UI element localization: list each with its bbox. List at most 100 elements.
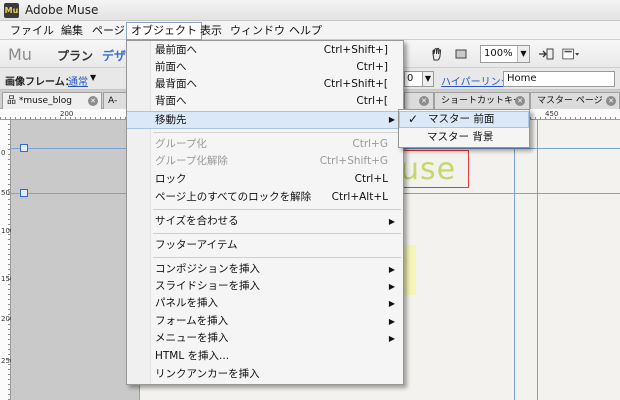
image-frame-value[interactable]: 通常	[68, 73, 88, 88]
doc-tab-muse-blog[interactable]: 品 *muse_blog ✕	[2, 92, 102, 109]
menu-item-shortcut: Ctrl+L	[354, 173, 388, 185]
menu-item-fit-size[interactable]: サイズを合わせる ▶	[127, 213, 403, 230]
canvas-pasteboard[interactable]	[11, 120, 139, 400]
ruler-number: 200	[1, 316, 14, 323]
submenu-item-master-front[interactable]: ✓ マスター 前面	[399, 111, 529, 128]
menu-item-label: メニューを挿入	[155, 332, 229, 344]
menu-item-shortcut: Ctrl+[	[356, 95, 388, 107]
menu-edit[interactable]: 編集	[57, 23, 87, 39]
plan-mode-button[interactable]: プラン	[57, 47, 93, 64]
submenu-item-label: マスター 背景	[427, 131, 494, 143]
muse-logo: Mu	[8, 45, 32, 64]
menu-item-send-to-back[interactable]: 最背面へ Ctrl+Shift+[	[127, 76, 403, 93]
menu-item-insert-form[interactable]: フォームを挿入 ▶	[127, 313, 403, 330]
panel-tab-master-pages[interactable]: マスター ページ ✕	[530, 92, 620, 109]
design-mode-button[interactable]: デザ	[102, 47, 126, 64]
guide-handle[interactable]	[20, 144, 28, 152]
menu-separator	[153, 257, 401, 258]
menu-page[interactable]: ページ	[88, 23, 129, 39]
doc-tab-a[interactable]: A-マ	[103, 92, 127, 122]
submenu-arrow-icon: ▶	[388, 317, 395, 326]
menu-item-label: 背面へ	[155, 95, 187, 107]
menu-item-insert-link-anchor[interactable]: リンクアンカーを挿入	[127, 366, 403, 383]
chevron-down-icon[interactable]: ▼	[422, 71, 434, 87]
rectangle-icon[interactable]	[452, 45, 470, 63]
submenu-arrow-icon: ▶	[388, 282, 395, 291]
menu-bar: ファイル 編集 ページ オブジェクト 表示 ウィンドウ ヘルプ	[0, 21, 620, 40]
menu-item-label: コンポジションを挿入	[155, 263, 260, 275]
menu-item-shortcut: Ctrl+Shift+[	[323, 78, 388, 90]
submenu-item-master-background[interactable]: マスター 背景	[399, 129, 529, 146]
menu-item-label: 最前面へ	[155, 44, 197, 56]
move-to-submenu: ✓ マスター 前面 マスター 背景	[398, 109, 530, 148]
menu-item-label: パネルを挿入	[155, 297, 218, 309]
window-title: Adobe Muse	[25, 3, 99, 17]
close-icon[interactable]: ✕	[515, 96, 525, 106]
sitemap-icon: 品	[7, 96, 17, 106]
menu-item-shortcut: Ctrl+G	[352, 138, 388, 150]
preview-icon[interactable]	[537, 45, 555, 63]
menu-item-bring-forward[interactable]: 前面へ Ctrl+]	[127, 59, 403, 76]
menu-item-bring-to-front[interactable]: 最前面へ Ctrl+Shift+]	[127, 42, 403, 59]
menu-separator	[153, 209, 401, 210]
menu-item-shortcut: Ctrl+]	[356, 61, 388, 73]
selected-text-frame[interactable]	[395, 150, 469, 188]
submenu-arrow-icon: ▶	[388, 334, 395, 343]
menu-item-insert-slideshow[interactable]: スライドショーを挿入 ▶	[127, 278, 403, 295]
menu-item-label: 前面へ	[155, 61, 187, 73]
menu-item-label: グループ化	[155, 138, 207, 150]
guide-line[interactable]	[537, 120, 538, 400]
hand-icon[interactable]	[428, 45, 446, 63]
zoom-select[interactable]: 100% ▼	[480, 45, 530, 63]
chevron-down-icon[interactable]: ▼	[517, 46, 529, 62]
menu-item-insert-composition[interactable]: コンポジションを挿入 ▶	[127, 261, 403, 278]
hyperlink-input[interactable]: Home	[503, 71, 615, 87]
menu-file[interactable]: ファイル	[6, 23, 58, 39]
menu-item-move-to[interactable]: 移動先 ▶	[127, 111, 403, 129]
menu-item-insert-menu[interactable]: メニューを挿入 ▶	[127, 330, 403, 347]
menu-item-footer-item[interactable]: フッターアイテム	[127, 237, 403, 254]
menu-item-send-backward[interactable]: 背面へ Ctrl+[	[127, 93, 403, 110]
menu-item-label: スライドショーを挿入	[155, 280, 260, 292]
image-frame-label: 画像フレーム：	[5, 77, 75, 88]
menu-separator	[153, 132, 401, 133]
close-icon[interactable]: ✕	[419, 96, 429, 106]
guide-line[interactable]	[514, 120, 515, 400]
menu-window[interactable]: ウィンドウ	[226, 23, 289, 39]
menu-item-label: フッターアイテム	[155, 239, 238, 251]
checkmark-icon: ✓	[408, 112, 419, 126]
menu-item-label: ロック	[155, 173, 187, 185]
menu-object[interactable]: オブジェクト	[126, 22, 202, 40]
menu-item-label: フォームを挿入	[155, 315, 229, 327]
menu-item-insert-html[interactable]: HTML を挿入...	[127, 348, 403, 365]
submenu-arrow-icon: ▶	[388, 115, 395, 124]
menu-item-ungroup[interactable]: グループ化解除 Ctrl+Shift+G	[127, 153, 403, 170]
submenu-arrow-icon: ▶	[388, 299, 395, 308]
panel-tab[interactable]: ✕	[404, 92, 434, 109]
menu-item-group[interactable]: グループ化 Ctrl+G	[127, 136, 403, 153]
close-icon[interactable]: ✕	[606, 96, 616, 106]
menu-item-label: 移動先	[155, 114, 187, 126]
page-view-icon[interactable]	[562, 45, 580, 63]
menu-item-insert-panel[interactable]: パネルを挿入 ▶	[127, 295, 403, 312]
menu-item-shortcut: Ctrl+Alt+L	[331, 191, 388, 203]
panel-tab-shortcuts[interactable]: ショートカットキー ✕	[434, 92, 530, 109]
menu-item-unlock-all[interactable]: ページ上のすべてのロックを解除 Ctrl+Alt+L	[127, 189, 403, 206]
ruler-number: 250	[1, 358, 14, 365]
menu-item-lock[interactable]: ロック Ctrl+L	[127, 171, 403, 188]
chevron-down-icon[interactable]: ▼	[90, 73, 96, 82]
ruler-number: 150	[1, 276, 14, 283]
menu-view[interactable]: 表示	[196, 23, 226, 39]
close-icon[interactable]: ✕	[88, 96, 98, 106]
menu-item-shortcut: Ctrl+Shift+G	[319, 155, 388, 167]
doc-tab-label: *muse_blog	[18, 96, 73, 106]
submenu-item-label: マスター 前面	[428, 113, 495, 125]
app-icon: Mu	[4, 3, 19, 18]
panel-tab-label: ショートカットキー	[441, 96, 523, 106]
menu-help[interactable]: ヘルプ	[285, 23, 326, 39]
menu-item-label: HTML を挿入...	[155, 350, 230, 362]
zoom-value: 100%	[484, 48, 513, 59]
guide-handle[interactable]	[20, 189, 28, 197]
title-bar: Mu Adobe Muse	[0, 0, 620, 21]
menu-item-label: 最背面へ	[155, 78, 197, 90]
